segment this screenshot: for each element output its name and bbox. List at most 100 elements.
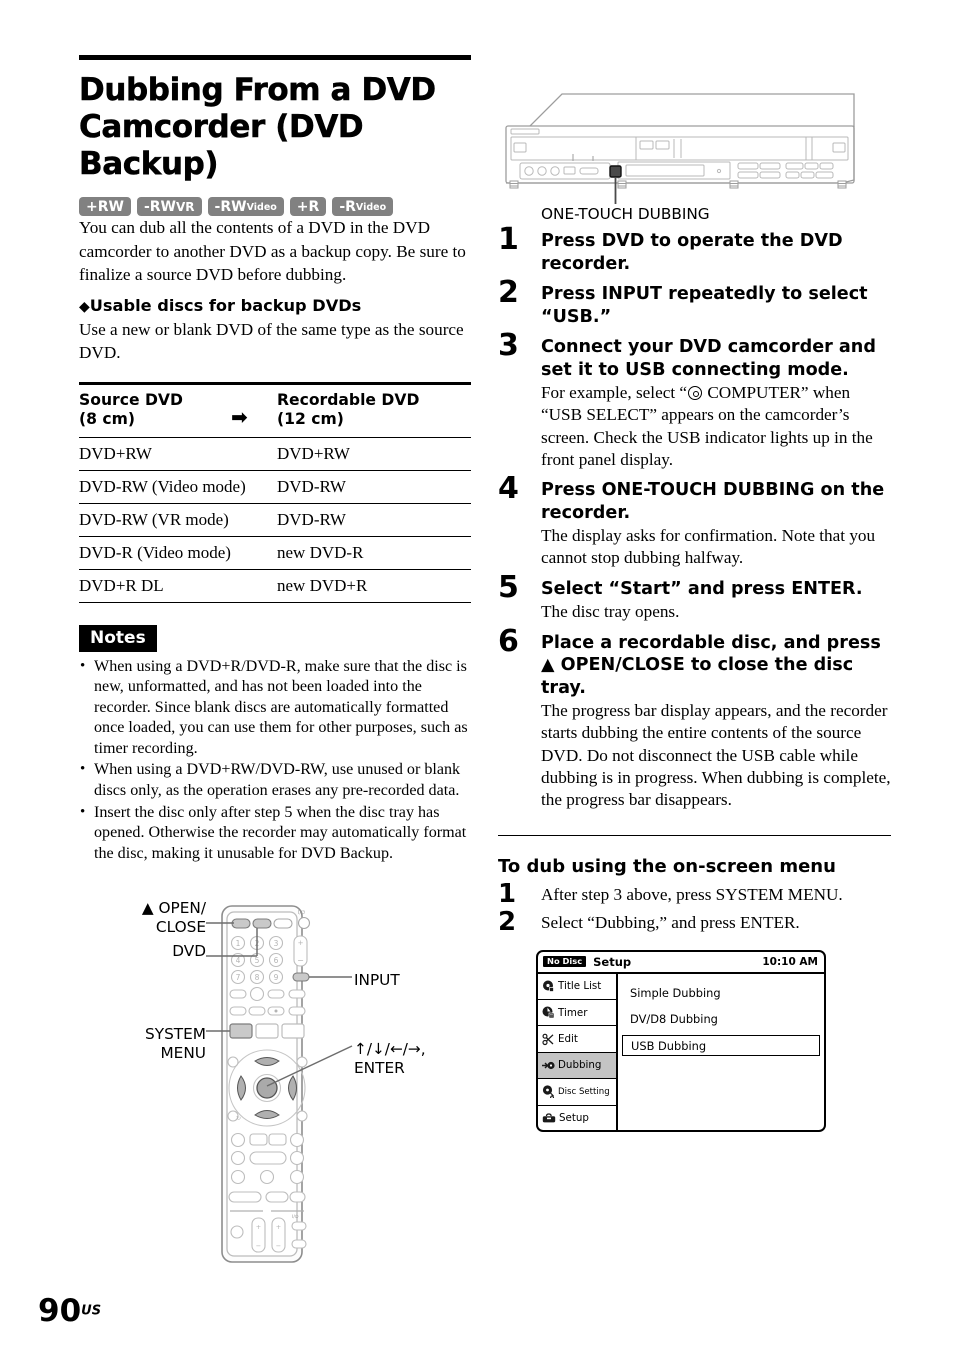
page-number: 90 xyxy=(38,1293,82,1329)
table-row: DVD-RW (Video mode) DVD-RW xyxy=(79,470,471,504)
note-item: Insert the disc only after step 5 when t… xyxy=(79,802,472,865)
cell-recordable: new DVD-R xyxy=(277,536,471,570)
clock-icon xyxy=(542,1006,555,1019)
menu-option-simple-dubbing[interactable]: Simple Dubbing xyxy=(626,983,818,1004)
step-1: 1 Press DVD to operate the DVD recorder. xyxy=(498,225,891,275)
svg-text:1: 1 xyxy=(236,939,241,948)
svg-text:6: 6 xyxy=(274,956,279,965)
minus-rw-vr-badge: -RW VR xyxy=(136,197,202,216)
table-row: DVD-R (Video mode) new DVD-R xyxy=(79,536,471,570)
manual-page: Dubbing From a DVD Camcorder (DVD Backup… xyxy=(0,0,954,1352)
cell-source: DVD-RW (Video mode) xyxy=(79,470,277,504)
cell-source: DVD+R DL xyxy=(79,569,277,603)
step-number: 4 xyxy=(498,471,519,507)
sidebar-item-label: Title List xyxy=(558,980,602,993)
onscreen-steps-list: 1 After step 3 above, press SYSTEM MENU.… xyxy=(498,879,891,937)
sidebar-item-disc-setting[interactable]: Disc Setting xyxy=(538,1079,616,1106)
svg-text:7: 7 xyxy=(236,973,241,982)
svg-text:−: − xyxy=(276,1242,281,1250)
step-6: 6 Place a recordable disc, and press ▲ O… xyxy=(498,626,891,812)
disc-compatibility-table: Source DVD (8 cm) ➡ Recordable DVD (12 c… xyxy=(79,381,471,603)
step-2: 2 Press INPUT repeatedly to select “USB.… xyxy=(498,278,891,328)
step-text: Select “Dubbing,” and press ENTER. xyxy=(541,912,800,932)
toolbox-icon xyxy=(542,1113,556,1123)
disc-type-badges: +RW -RW VR -RW Video +R -R Video xyxy=(79,197,472,216)
menu-top-bar: No Disc Setup 10:10 AM xyxy=(538,952,824,974)
svg-text:8: 8 xyxy=(255,973,260,982)
onscreen-step-2: 2 Select “Dubbing,” and press ENTER. xyxy=(498,907,891,937)
table-row: DVD+RW DVD+RW xyxy=(79,437,471,471)
sidebar-item-label: Setup xyxy=(559,1112,589,1125)
sidebar-item-timer[interactable]: Timer xyxy=(538,1000,616,1027)
plus-r-badge: +R xyxy=(289,197,327,216)
section-divider xyxy=(498,834,891,836)
sidebar-item-dubbing[interactable]: Dubbing xyxy=(538,1052,616,1080)
recorder-figure: ONE-TOUCH DUBBING xyxy=(498,82,891,230)
cell-recordable: DVD-RW xyxy=(277,470,471,504)
sidebar-item-title-list[interactable]: Title List xyxy=(538,974,616,1000)
remote-control-figure: ▲ OPEN/CLOSE DVD SYSTEM MENU INPUT ↑/↓/←/… xyxy=(100,898,480,1268)
cell-recordable: new DVD+R xyxy=(277,569,471,603)
step-number: 3 xyxy=(498,328,519,363)
one-touch-dubbing-button xyxy=(609,165,622,178)
step-number: 5 xyxy=(498,569,519,605)
onscreen-menu-mockup: No Disc Setup 10:10 AM Title List Timer xyxy=(536,949,826,1132)
table-header-row: Source DVD (8 cm) ➡ Recordable DVD (12 c… xyxy=(79,381,471,438)
intro-paragraph: You can dub all the contents of a DVD in… xyxy=(79,218,466,284)
step-text: After step 3 above, press SYSTEM MENU. xyxy=(541,884,843,904)
step-body: The progress bar display appears, and th… xyxy=(541,701,891,810)
page-title: Dubbing From a DVD Camcorder (DVD Backup… xyxy=(79,72,437,183)
svg-text:↻: ↻ xyxy=(236,1115,241,1122)
step-title: Press ONE-TOUCH DUBBING on the recorder. xyxy=(541,480,885,523)
steps-list: 1 Press DVD to operate the DVD recorder.… xyxy=(498,225,891,812)
menu-clock: 10:10 AM xyxy=(762,955,818,968)
step-3: 3 Connect your DVD camcorder and set it … xyxy=(498,331,891,471)
step-body: For example, select “ COMPUTER” when “US… xyxy=(541,383,873,469)
table-row: DVD+R DL new DVD+R xyxy=(79,569,471,603)
step-number: 1 xyxy=(498,878,517,909)
title-rule xyxy=(79,55,471,60)
step-title: Select “Start” and press ENTER. xyxy=(541,578,863,599)
step-number: 6 xyxy=(498,623,519,659)
sidebar-item-label: Dubbing xyxy=(558,1059,602,1072)
svg-text:I/⏻: I/⏻ xyxy=(292,1214,299,1220)
usable-discs-heading: ◆Usable discs for backup DVDs xyxy=(79,295,362,315)
sidebar-item-label: Edit xyxy=(558,1033,578,1046)
disc-wrench-icon xyxy=(542,1085,554,1099)
cell-source: DVD-R (Video mode) xyxy=(79,536,277,570)
cell-source: DVD+RW xyxy=(79,437,277,471)
remote-system-menu-button xyxy=(229,1023,253,1039)
page-number-suffix: US xyxy=(81,1303,102,1319)
svg-text:+: + xyxy=(256,1223,261,1231)
menu-option-usb-dubbing[interactable]: USB Dubbing xyxy=(622,1034,820,1056)
sidebar-item-label: Disc Setting xyxy=(558,1086,610,1097)
scissors-icon xyxy=(542,1033,554,1045)
note-item: When using a DVD+R/DVD-R, make sure that… xyxy=(79,656,472,760)
menu-title: Setup xyxy=(593,954,632,969)
menu-sidebar: Title List Timer Edit Dubbing Disc Setti… xyxy=(538,973,618,1130)
step-title: Connect your DVD camcorder and set it to… xyxy=(541,337,876,380)
sidebar-item-edit[interactable]: Edit xyxy=(538,1026,616,1053)
usable-discs-body: Use a new or blank DVD of the same type … xyxy=(79,319,464,363)
minus-rw-video-badge: -RW Video xyxy=(207,197,284,216)
svg-text:I/⏻: I/⏻ xyxy=(298,910,305,916)
cell-recordable: DVD-RW xyxy=(277,503,471,537)
svg-text:+: + xyxy=(276,1223,281,1231)
table-row: DVD-RW (VR mode) DVD-RW xyxy=(79,503,471,537)
sidebar-item-setup[interactable]: Setup xyxy=(538,1106,616,1130)
computer-disc-icon xyxy=(688,386,703,400)
remote-enter-button xyxy=(256,1077,278,1099)
right-column: ONE-TOUCH DUBBING 1 Press DVD to operate… xyxy=(498,82,891,1132)
menu-option-dv-d8-dubbing[interactable]: DV/D8 Dubbing xyxy=(626,1009,818,1030)
remote-control-illustration: I/⏻ 123 456 789 0 + − xyxy=(206,905,353,1263)
onscreen-menu-heading: To dub using the on-screen menu xyxy=(498,855,836,877)
svg-text:5: 5 xyxy=(255,956,260,965)
step-body: The disc tray opens. xyxy=(541,602,680,622)
minus-r-video-badge: -R Video xyxy=(332,197,394,216)
col-header-recordable: ➡ Recordable DVD (12 cm) xyxy=(231,381,471,438)
disc-icon xyxy=(543,980,554,992)
step-body: The display asks for confirmation. Note … xyxy=(541,526,876,568)
svg-text:−: − xyxy=(297,956,304,965)
cell-recordable: DVD+RW xyxy=(277,437,471,471)
svg-text:9: 9 xyxy=(274,973,279,982)
